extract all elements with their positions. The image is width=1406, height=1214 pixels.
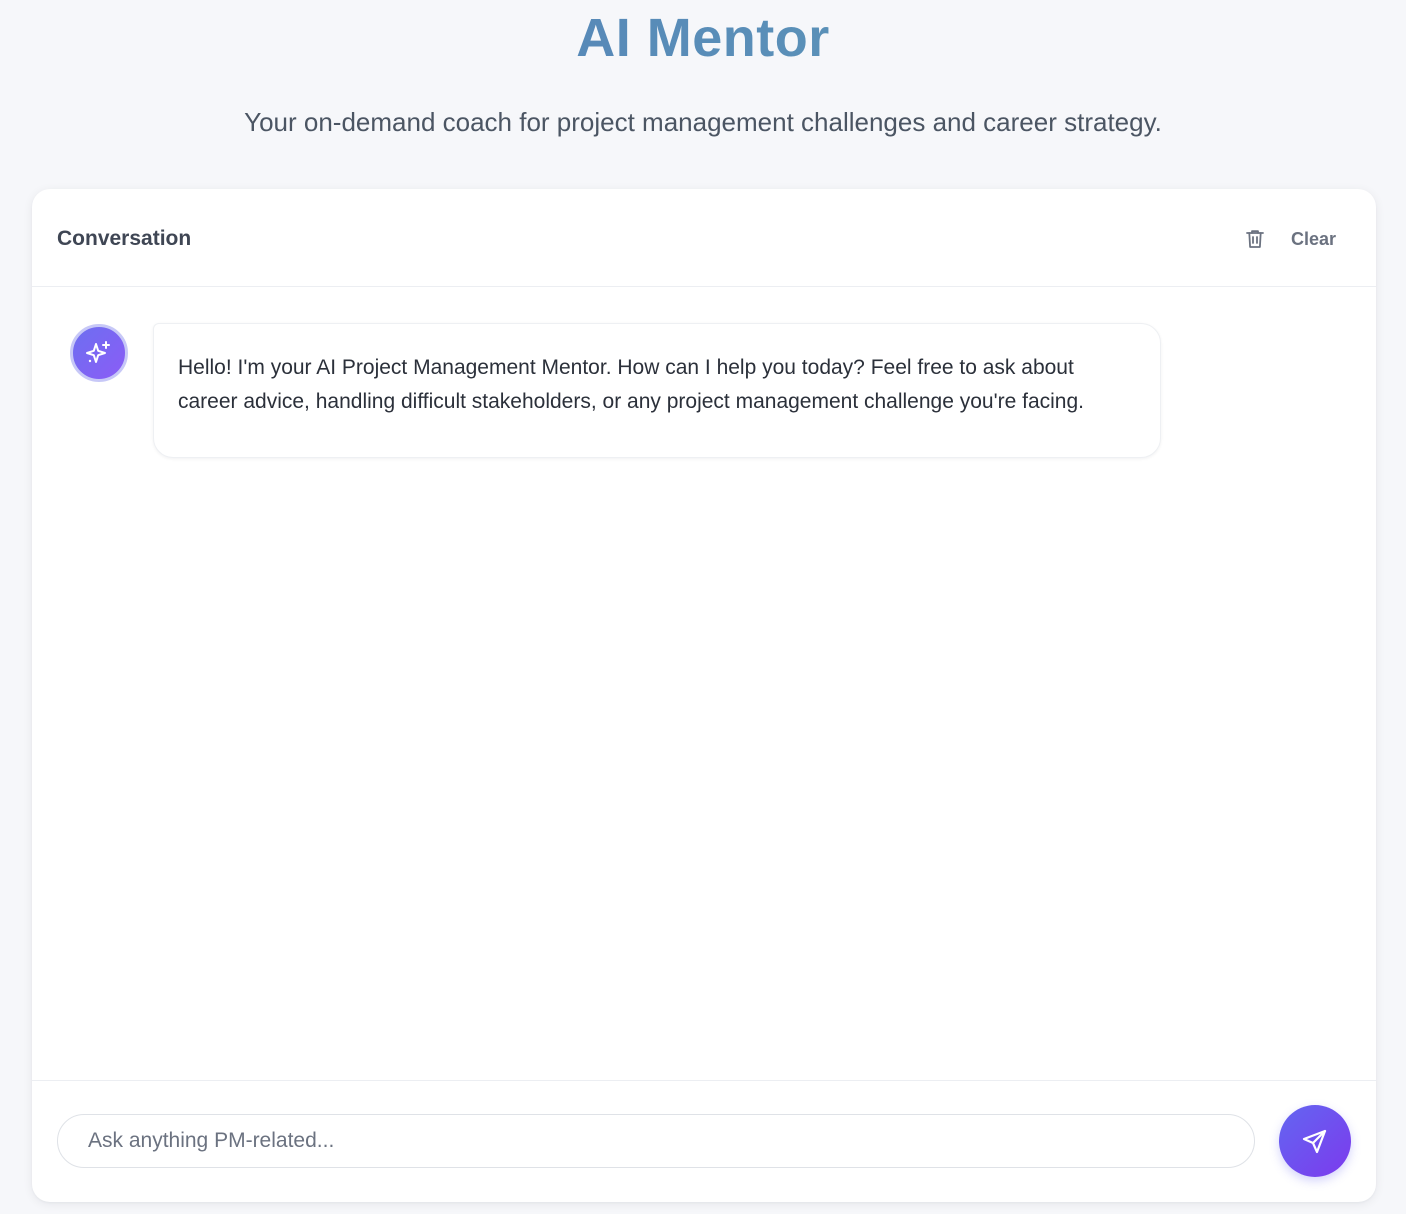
trash-icon [1246, 230, 1264, 248]
send-button[interactable] [1279, 1105, 1351, 1177]
message-list: Hello! I'm your AI Project Management Me… [32, 287, 1376, 1080]
assistant-message-text: Hello! I'm your AI Project Management Me… [178, 356, 1084, 413]
chat-card: Conversation Clear Hello! I'm your AI Pr… [32, 189, 1376, 1202]
conversation-header: Conversation Clear [32, 189, 1376, 287]
assistant-avatar [70, 324, 128, 382]
page-title: AI Mentor [0, 0, 1406, 78]
assistant-message: Hello! I'm your AI Project Management Me… [153, 323, 1161, 458]
page-subtitle: Your on-demand coach for project managem… [244, 107, 1162, 137]
conversation-title: Conversation [57, 227, 192, 250]
send-icon [1302, 1129, 1327, 1154]
clear-label: Clear [1291, 228, 1337, 249]
sparkles-icon [86, 341, 110, 363]
clear-button[interactable]: Clear [1235, 219, 1353, 259]
message-composer [32, 1080, 1376, 1202]
message-input[interactable] [57, 1114, 1255, 1168]
